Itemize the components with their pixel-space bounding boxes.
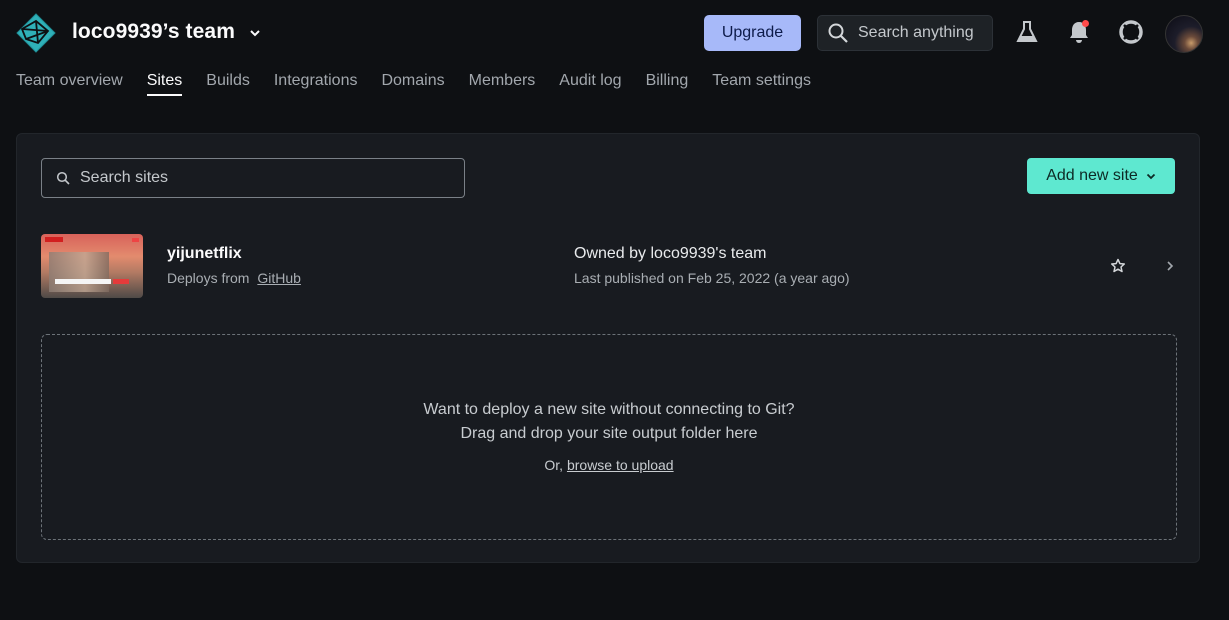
tab-domains[interactable]: Domains	[381, 72, 444, 96]
or-label: Or,	[544, 457, 564, 473]
search-icon	[56, 171, 70, 185]
star-icon[interactable]	[1110, 258, 1126, 274]
browse-to-upload-link[interactable]: browse to upload	[567, 457, 674, 473]
site-last-published: Last published on Feb 25, 2022 (a year a…	[574, 270, 850, 286]
chevron-right-icon[interactable]	[1165, 260, 1175, 272]
global-search-placeholder: Search anything	[858, 24, 974, 41]
deploys-from-label: Deploys from	[167, 270, 250, 286]
tab-billing[interactable]: Billing	[646, 72, 689, 96]
notification-dot	[1082, 20, 1089, 27]
avatar[interactable]	[1165, 15, 1203, 53]
site-deploy-source: Deploys from GitHub	[167, 270, 301, 286]
site-search-input[interactable]	[78, 168, 452, 188]
site-search[interactable]	[41, 158, 465, 198]
add-new-site-label: Add new site	[1046, 167, 1138, 184]
chevron-down-icon	[1146, 173, 1155, 180]
drag-drop-zone[interactable]: Want to deploy a new site without connec…	[41, 334, 1177, 540]
team-nav: Team overview Sites Builds Integrations …	[16, 72, 835, 96]
github-link[interactable]: GitHub	[257, 270, 301, 286]
tab-sites[interactable]: Sites	[146, 72, 183, 96]
tab-members[interactable]: Members	[469, 72, 536, 96]
global-search[interactable]: Search anything	[817, 15, 993, 51]
upgrade-button[interactable]: Upgrade	[704, 15, 801, 51]
add-new-site-button[interactable]: Add new site	[1027, 158, 1175, 194]
tab-team-overview[interactable]: Team overview	[16, 72, 123, 96]
flask-icon[interactable]	[1014, 19, 1040, 45]
site-name[interactable]: yijunetflix	[167, 245, 242, 263]
site-list-item[interactable]: yijunetflix Deploys from GitHub Owned by…	[41, 234, 1177, 298]
site-thumbnail[interactable]	[41, 234, 143, 298]
tab-team-settings[interactable]: Team settings	[712, 72, 811, 96]
dropzone-instruction: Drag and drop your site output folder he…	[460, 425, 758, 442]
team-name[interactable]: loco9939’s team	[72, 20, 235, 44]
netlify-logo-icon[interactable]	[16, 13, 56, 53]
lifebuoy-icon[interactable]	[1118, 19, 1144, 45]
dropzone-heading: Want to deploy a new site without connec…	[423, 401, 795, 418]
dropzone-browse: Or, browse to upload	[42, 457, 1176, 473]
sites-panel: Add new site yijunetflix Deploys from Gi…	[16, 133, 1200, 563]
tab-audit-log[interactable]: Audit log	[559, 72, 621, 96]
search-icon	[828, 23, 848, 43]
chevron-down-icon[interactable]	[249, 27, 261, 39]
top-header: loco9939’s team Upgrade Search anything	[0, 0, 1229, 66]
tab-integrations[interactable]: Integrations	[274, 72, 358, 96]
tab-builds[interactable]: Builds	[206, 72, 250, 96]
site-owner: Owned by loco9939's team	[574, 245, 767, 262]
